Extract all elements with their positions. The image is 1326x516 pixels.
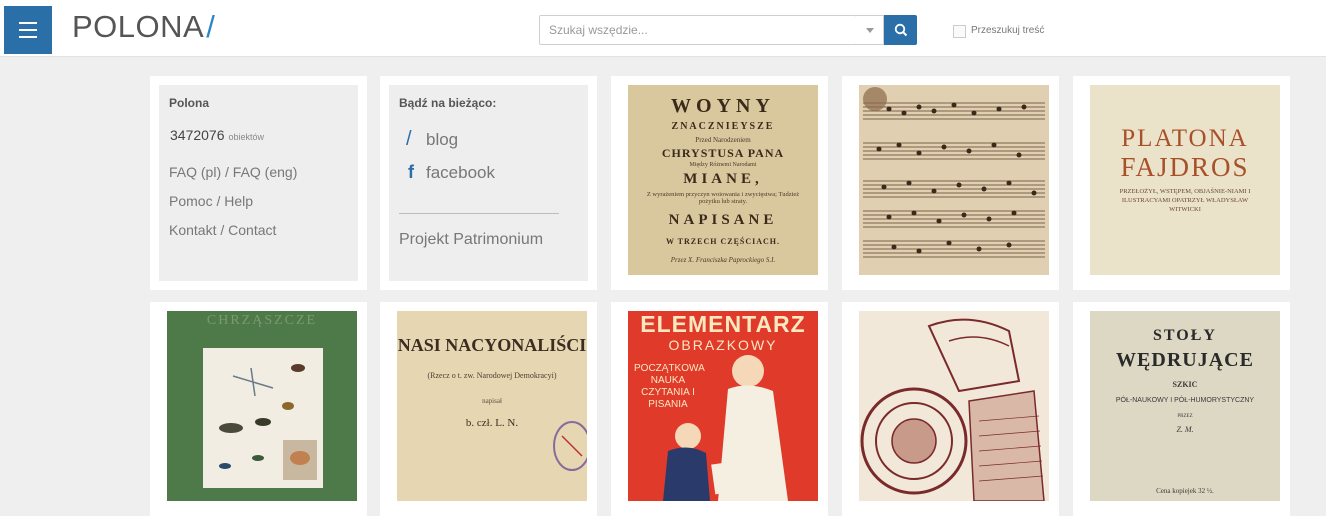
book-tile[interactable]: PLATONA FAJDROS PRZEŁOŻYŁ, WSTĘPEM, OBJA…	[1073, 76, 1290, 290]
cover-text: (Rzecz o t. zw. Narodowej Demokracyi)	[427, 371, 557, 380]
info-card: Polona 3472076 obiektów FAQ (pl) / FAQ (e…	[150, 76, 367, 290]
contact-link[interactable]: Kontakt / Contact	[169, 222, 276, 238]
book-tile[interactable]: WOYNY ZNACZNIEYSZE Przed Narodzeniem CHR…	[611, 76, 828, 290]
cover-text: Przez X. Franciszka Paprockiego S.I.	[670, 256, 776, 264]
blog-slash-icon: /	[406, 128, 412, 150]
social-card-body: Bądź na bieżąco: / blog f facebook Projekt…	[389, 85, 588, 281]
help-link[interactable]: Pomoc / Help	[169, 193, 253, 209]
book-cover-nasi[interactable]: NASI NACYONALIŚCI (Rzecz o t. zw. Narodo…	[397, 311, 587, 501]
cover-title: WĘDRUJĄCE	[1116, 349, 1254, 371]
book-cover-platona[interactable]: PLATONA FAJDROS PRZEŁOŻYŁ, WSTĘPEM, OBJA…	[1090, 85, 1280, 275]
library-stamp-icon	[553, 421, 587, 471]
cover-title: PLATONA	[1121, 125, 1249, 152]
warrior-shield-illustration	[860, 318, 1045, 501]
search-content-label: Przeszukuj treść	[971, 25, 1045, 36]
book-cover-music[interactable]	[859, 85, 1049, 275]
insect-plate-image	[203, 348, 323, 488]
cover-text: ZNACZNIEYSZE	[671, 121, 775, 132]
music-score-image	[863, 87, 1045, 258]
hamburger-icon	[19, 22, 37, 24]
book-tile[interactable]: STOŁY WĘDRUJĄCE SZKIC PÓŁ-NAUKOWY I PÓŁ-…	[1073, 302, 1290, 516]
object-count-unit: obiektów	[228, 132, 265, 142]
facebook-link[interactable]: f facebook	[406, 162, 495, 183]
social-card: Bądź na bieżąco: / blog f facebook Projekt…	[380, 76, 597, 290]
menu-button[interactable]	[4, 6, 52, 54]
cover-title: FAJDROS	[1120, 152, 1250, 182]
facebook-label: facebook	[426, 162, 495, 182]
blog-link[interactable]: / blog	[406, 128, 458, 151]
hamburger-icon	[19, 36, 37, 38]
book-tile[interactable]	[842, 76, 1059, 290]
book-cover-woyny[interactable]: WOYNY ZNACZNIEYSZE Przed Narodzeniem CHR…	[628, 85, 818, 275]
logo-text: POLONA	[72, 9, 205, 44]
search-input[interactable]	[540, 16, 858, 44]
insect-illustration	[219, 364, 317, 480]
social-card-title: Bądź na bieżąco:	[399, 96, 497, 110]
search-icon	[894, 23, 907, 37]
book-tile[interactable]	[842, 302, 1059, 516]
info-card-body: Polona 3472076 obiektów FAQ (pl) / FAQ (e…	[159, 85, 358, 281]
search-scope-dropdown[interactable]	[856, 15, 884, 45]
book-cover-chrzaszcze[interactable]: CHRZĄSZCZE	[167, 311, 357, 501]
search-button[interactable]	[884, 15, 917, 45]
cover-text: SZKIC	[1172, 380, 1198, 389]
cover-title: STOŁY	[1153, 327, 1217, 344]
cover-text: CHRYSTUSA PANA	[661, 146, 785, 160]
hamburger-icon	[19, 29, 37, 31]
book-cover-warrior[interactable]	[859, 311, 1049, 501]
faq-link[interactable]: FAQ (pl) / FAQ (eng)	[169, 164, 297, 180]
cover-text: PÓŁ-NAUKOWY I PÓŁ-HUMORYSTYCZNY	[1115, 397, 1255, 404]
book-cover-elementarz[interactable]: ELEMENTARZ OBRAZKOWY POCZĄTKOWA NAUKA CZ…	[628, 311, 818, 501]
info-card-title: Polona	[169, 96, 210, 110]
cover-text: Między Różnemi Narodami	[689, 162, 757, 168]
cover-text: W TRZECH CZĘŚCIACH.	[665, 237, 781, 246]
card-divider	[399, 213, 559, 214]
polona-logo[interactable]: POLONA/	[72, 9, 215, 45]
logo-slash: /	[206, 9, 216, 44]
cover-text: napisał	[482, 397, 502, 405]
cover-text: Z wyrażeniem przyczyn woiowania i zwycię…	[646, 191, 800, 205]
cover-text: NAPISANE	[668, 212, 778, 228]
cover-text: PRZEZ	[1177, 414, 1193, 419]
cover-text: MIANE,	[683, 171, 763, 187]
mother-child-illustration	[663, 355, 788, 501]
cover-text: Cena kopiejek 32 ½.	[1156, 487, 1214, 495]
cover-title: NASI NACYONALIŚCI	[397, 335, 587, 355]
top-header: POLONA/ Przeszukuj treść	[0, 0, 1326, 57]
object-count-value: 3472076	[170, 127, 225, 143]
cover-text: Przed Narodzeniem	[695, 136, 751, 144]
book-tile[interactable]: NASI NACYONALIŚCI (Rzecz o t. zw. Narodo…	[380, 302, 597, 516]
blog-label: blog	[426, 129, 459, 149]
cover-text: PRZEŁOŻYŁ, WSTĘPEM, OBJAŚNIE-NIAMI I ILU…	[1119, 188, 1251, 213]
book-tile[interactable]: ELEMENTARZ OBRAZKOWY POCZĄTKOWA NAUKA CZ…	[611, 302, 828, 516]
search-box	[539, 15, 858, 45]
search-content-checkbox[interactable]	[953, 25, 966, 38]
cover-title: CHRZĄSZCZE	[206, 313, 318, 328]
patrimonium-link[interactable]: Projekt Patrimonium	[399, 231, 543, 249]
chevron-down-icon	[865, 27, 874, 33]
cover-title: WOYNY	[671, 95, 775, 117]
cover-text: Z. M.	[1176, 425, 1194, 434]
object-count: 3472076 obiektów	[170, 127, 264, 143]
facebook-icon: f	[408, 162, 414, 182]
book-tile[interactable]: CHRZĄSZCZE	[150, 302, 367, 516]
book-cover-stoly[interactable]: STOŁY WĘDRUJĄCE SZKIC PÓŁ-NAUKOWY I PÓŁ-…	[1090, 311, 1280, 501]
